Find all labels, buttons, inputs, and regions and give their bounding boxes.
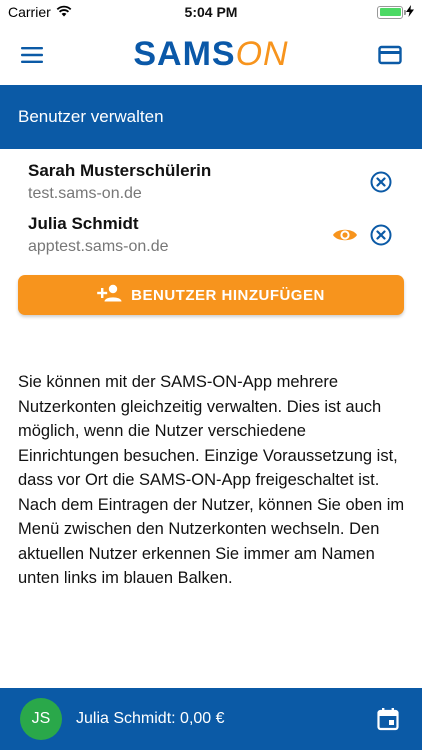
app-header: SAMS ON [0,24,422,85]
logo-part-on: ON [235,35,289,73]
user-host: test.sams-on.de [28,184,142,202]
charging-icon [406,4,414,20]
user-info: Julia Schmidt apptest.sams-on.de [28,214,169,256]
battery-icon [377,5,406,19]
wifi-icon [56,4,72,20]
add-user-button[interactable]: BENUTZER HINZUFÜGEN [18,275,404,315]
calendar-icon[interactable] [374,705,402,733]
bottom-bar: JS Julia Schmidt: 0,00 € [0,688,422,750]
user-name: Julia Schmidt [28,213,139,233]
menu-icon[interactable] [18,41,46,69]
status-right [377,4,414,20]
sams-on-logo: SAMS ON [133,35,288,74]
title-bar: Benutzer verwalten [0,85,422,149]
user-info: Sarah Musterschülerin test.sams-on.de [28,161,211,203]
user-host: apptest.sams-on.de [28,237,169,255]
eye-icon[interactable] [332,222,358,248]
page-title: Benutzer verwalten [18,107,164,126]
carrier-label: Carrier [8,4,51,20]
user-name: Sarah Musterschülerin [28,160,212,180]
user-actions [332,222,394,248]
add-user-label: BENUTZER HINZUFÜGEN [131,286,325,304]
user-actions [368,169,394,195]
credit-card-icon[interactable] [376,41,404,69]
status-left: Carrier [8,4,72,20]
logo-part-sams: SAMS [133,35,236,73]
user-row-julia[interactable]: Julia Schmidt apptest.sams-on.de [0,208,422,261]
status-bar: Carrier 5:04 PM [0,0,422,24]
remove-user-icon[interactable] [368,222,394,248]
user-list: Sarah Musterschülerin test.sams-on.de Ju… [0,155,422,261]
add-person-icon [97,284,123,306]
description-text: Sie können mit der SAMS-ON-App mehrere N… [18,373,405,587]
remove-user-icon[interactable] [368,169,394,195]
avatar[interactable]: JS [20,698,62,740]
user-row-sarah[interactable]: Sarah Musterschülerin test.sams-on.de [0,155,422,208]
current-user-balance: Julia Schmidt: 0,00 € [76,710,225,727]
